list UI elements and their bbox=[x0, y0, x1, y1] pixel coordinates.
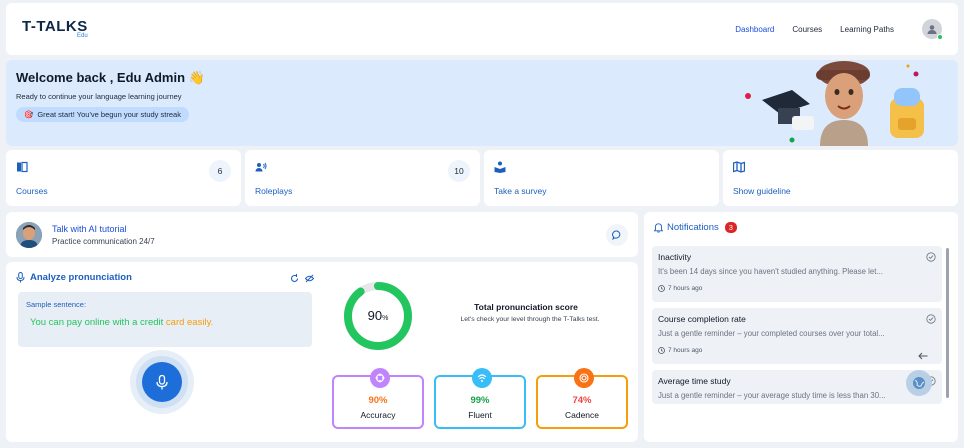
notification-item[interactable]: Course completion rate Just a gentle rem… bbox=[652, 308, 942, 364]
score-value: 90 bbox=[368, 308, 382, 323]
score-subtitle: Let's check your level through the T-Tal… bbox=[460, 316, 600, 323]
app-logo[interactable]: T-TALKS Edu bbox=[22, 19, 88, 39]
record-button-halo bbox=[130, 350, 194, 414]
mark-read-icon[interactable] bbox=[926, 314, 936, 324]
chat-button[interactable] bbox=[606, 223, 628, 246]
sentence-warning-part: card easily. bbox=[165, 317, 214, 328]
sample-sentence-label: Sample sentence: bbox=[26, 300, 87, 309]
metric-accuracy: 90% Accuracy bbox=[332, 368, 424, 429]
notification-title: Average time study bbox=[658, 376, 731, 386]
analyze-tools bbox=[290, 274, 314, 283]
streak-text: Great start! You've begun your study str… bbox=[37, 110, 181, 119]
welcome-banner: Welcome back , Edu Admin 👋 Ready to cont… bbox=[6, 60, 958, 146]
main-nav: Dashboard Courses Learning Paths bbox=[735, 19, 943, 40]
card-roleplays[interactable]: 10 Roleplays bbox=[245, 150, 480, 206]
notification-title: Inactivity bbox=[658, 252, 692, 262]
metric-cadence: 74% Cadence bbox=[536, 368, 628, 429]
notification-time: 7 hours ago bbox=[658, 285, 936, 292]
wifi-icon bbox=[472, 368, 492, 388]
chat-bubble-icon bbox=[612, 230, 621, 240]
bell-icon bbox=[654, 222, 663, 233]
globe-icon bbox=[913, 377, 925, 389]
cadence-label: Cadence bbox=[564, 410, 600, 420]
svg-text:90%: 90% bbox=[368, 308, 389, 323]
notifications-count-badge: 3 bbox=[724, 222, 737, 233]
card-courses[interactable]: 6 Courses bbox=[6, 150, 241, 206]
arrow-left-icon[interactable] bbox=[918, 352, 928, 360]
target-icon bbox=[574, 368, 594, 388]
record-button[interactable] bbox=[142, 362, 182, 402]
logo-subtext: Edu bbox=[77, 33, 88, 39]
score-donut-chart: 90% bbox=[344, 282, 412, 350]
notification-item[interactable]: Average time study Just a gentle reminde… bbox=[652, 370, 942, 404]
score-unit: % bbox=[382, 315, 388, 322]
accuracy-label: Accuracy bbox=[360, 410, 396, 420]
mascot-illustration bbox=[745, 61, 924, 146]
card-guideline[interactable]: Show guideline bbox=[723, 150, 958, 206]
notifications-scrollbar[interactable] bbox=[946, 248, 949, 398]
nav-learning-paths[interactable]: Learning Paths bbox=[840, 25, 894, 34]
accuracy-value: 90% bbox=[368, 395, 388, 406]
quick-cards: 6 Courses 10 Roleplays Take a survey Sho… bbox=[6, 150, 958, 206]
nav-dashboard[interactable]: Dashboard bbox=[735, 25, 774, 34]
user-icon bbox=[927, 25, 937, 34]
accuracy-icon bbox=[370, 368, 390, 388]
online-status-dot bbox=[937, 34, 943, 40]
notification-message: It's been 14 days since you haven't stud… bbox=[658, 267, 883, 276]
streak-badge: 🎯 Great start! You've begun your study s… bbox=[16, 107, 189, 122]
fluent-label: Fluent bbox=[468, 410, 492, 420]
clock-icon bbox=[658, 347, 665, 354]
analyze-title-text: Analyze pronunciation bbox=[30, 272, 132, 283]
notification-message: Just a gentle reminder – your completed … bbox=[658, 329, 885, 338]
microphone-icon bbox=[156, 374, 168, 389]
ai-tutorial-card[interactable]: Talk with AI tutorial Practice communica… bbox=[6, 212, 638, 257]
notification-time-text: 7 hours ago bbox=[668, 347, 703, 354]
courses-count: 6 bbox=[209, 160, 231, 182]
notification-title: Course completion rate bbox=[658, 314, 746, 324]
notifications-header: Notifications 3 bbox=[654, 222, 737, 233]
floating-assistant-button[interactable] bbox=[906, 370, 932, 396]
card-label: Show guideline bbox=[733, 186, 791, 196]
notification-message: Just a gentle reminder – your average st… bbox=[658, 391, 886, 400]
survey-icon bbox=[494, 161, 506, 173]
notification-time: 7 hours ago bbox=[658, 347, 936, 354]
card-survey[interactable]: Take a survey bbox=[484, 150, 719, 206]
analyze-title: Analyze pronunciation bbox=[16, 272, 132, 283]
metric-fluent: 99% Fluent bbox=[434, 368, 526, 429]
clock-icon bbox=[658, 285, 665, 292]
notification-time-text: 7 hours ago bbox=[668, 285, 703, 292]
card-label: Courses bbox=[16, 186, 48, 196]
analyze-pronunciation-panel: Analyze pronunciation Sample sentence: Y… bbox=[6, 262, 638, 442]
dashboard-page: T-TALKS Edu Dashboard Courses Learning P… bbox=[0, 0, 964, 448]
tutor-portrait bbox=[16, 221, 42, 248]
score-title: Total pronunciation score bbox=[474, 302, 578, 312]
card-label: Roleplays bbox=[255, 186, 293, 196]
hide-icon[interactable] bbox=[305, 274, 314, 283]
sample-sentence-box: Sample sentence: You can pay online with… bbox=[18, 292, 312, 347]
tutorial-title: Talk with AI tutorial bbox=[52, 223, 127, 234]
users-icon bbox=[255, 162, 267, 172]
cadence-value: 74% bbox=[572, 395, 592, 406]
roleplays-count: 10 bbox=[448, 160, 470, 182]
microphone-icon bbox=[16, 272, 25, 283]
notifications-title: Notifications bbox=[667, 222, 719, 233]
fluent-value: 99% bbox=[470, 395, 490, 406]
sentence-correct-part: You can pay online with a credit bbox=[30, 317, 166, 328]
tutor-avatar bbox=[16, 221, 42, 248]
tutorial-subtitle: Practice communication 24/7 bbox=[52, 236, 155, 246]
notification-item[interactable]: Inactivity It's been 14 days since you h… bbox=[652, 246, 942, 302]
book-icon bbox=[17, 161, 28, 173]
map-icon bbox=[732, 161, 746, 173]
target-icon: 🎯 bbox=[24, 110, 34, 119]
notifications-panel: Notifications 3 Inactivity It's been 14 … bbox=[644, 212, 958, 442]
user-avatar-button[interactable] bbox=[922, 19, 943, 40]
tutorial-text: Talk with AI tutorial Practice communica… bbox=[52, 224, 155, 246]
sample-sentence: You can pay online with a credit card ea… bbox=[30, 317, 304, 328]
refresh-icon[interactable] bbox=[290, 274, 299, 283]
top-header: T-TALKS Edu Dashboard Courses Learning P… bbox=[6, 3, 958, 55]
card-label: Take a survey bbox=[494, 186, 547, 196]
mark-read-icon[interactable] bbox=[926, 252, 936, 262]
logo-text: T-TALKS bbox=[22, 18, 88, 35]
nav-courses[interactable]: Courses bbox=[792, 25, 822, 34]
